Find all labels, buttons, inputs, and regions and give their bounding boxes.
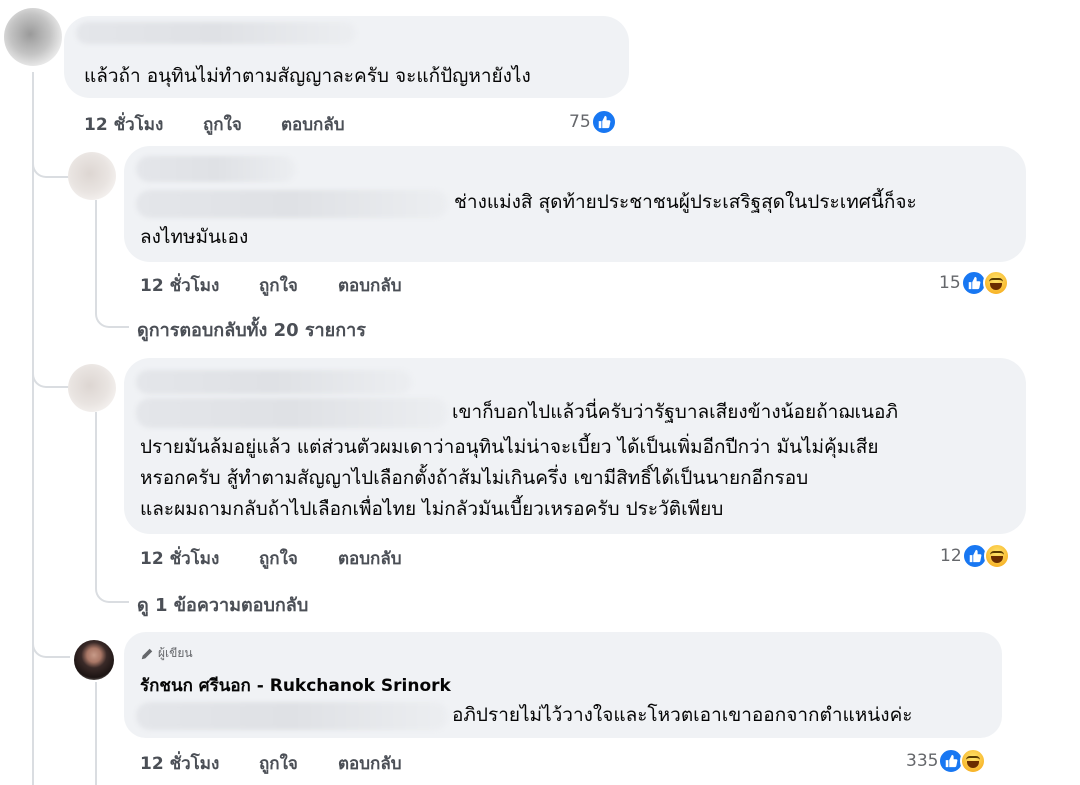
redacted-author-name	[136, 156, 296, 182]
like-button[interactable]: ถูกใจ	[259, 272, 298, 299]
thread-connector	[95, 575, 129, 603]
comment-time[interactable]: 12 ชั่วโมง	[140, 545, 219, 572]
reply-button[interactable]: ตอบกลับ	[338, 545, 402, 572]
comment-text: อภิปรายไม่ไว้วางใจและโหวตเอาเขาออกจากตำแ…	[452, 704, 913, 726]
comment-bubble: แล้วถ้า อนุทินไม่ทำตามสัญญาละครับ จะแก้ป…	[64, 16, 629, 98]
thread-line-reply	[95, 682, 97, 785]
comment-text: ปรายมันล้มอยู่แล้ว แต่ส่วนตัวผมเดาว่าอนุ…	[140, 436, 879, 458]
thread-line-main	[32, 72, 34, 785]
thread-connector	[32, 150, 70, 178]
redacted-author-name	[136, 370, 412, 394]
avatar[interactable]	[68, 364, 116, 412]
redacted-author-name	[76, 22, 356, 44]
view-replies-link[interactable]: ดูการตอบกลับทั้ง 20 รายการ	[137, 315, 366, 344]
avatar[interactable]	[4, 8, 62, 66]
comment-text: ลงไทษมันเอง	[140, 226, 249, 248]
haha-reaction-icon	[960, 748, 987, 774]
comment-time[interactable]: 12 ชั่วโมง	[140, 272, 219, 299]
reaction-summary[interactable]: 15	[939, 270, 1009, 296]
reaction-count: 335	[906, 751, 939, 771]
thread-connector	[32, 360, 70, 388]
view-replies-link[interactable]: ดู 1 ข้อความตอบกลับ	[137, 590, 308, 619]
like-reaction-icon	[590, 109, 617, 135]
reaction-summary[interactable]: 335	[906, 748, 987, 774]
like-button[interactable]: ถูกใจ	[203, 111, 242, 138]
comment-text: ช่างแม่งสิ สุดท้ายประชาชนผู้ประเสริฐสุดใ…	[454, 191, 917, 213]
thread-line-reply	[95, 200, 97, 308]
comment-time[interactable]: 12 ชั่วโมง	[84, 111, 163, 138]
redacted-text	[136, 702, 448, 730]
comment-text: และผมถามกลับถ้าไปเลือกเพื่อไทย ไม่กลัวมั…	[140, 498, 724, 520]
redacted-text	[136, 398, 448, 428]
author-badge: ผู้เขียน	[140, 644, 193, 663]
avatar[interactable]	[68, 152, 116, 200]
reaction-count: 12	[940, 546, 962, 566]
pencil-icon	[141, 648, 153, 659]
comment-bubble: เขาก็บอกไปแล้วนี่ครับว่ารัฐบาลเสียงข้างน…	[124, 358, 1026, 534]
reaction-summary[interactable]: 75	[569, 109, 617, 135]
author-name[interactable]: รักชนก ศรีนอก - Rukchanok Srinork	[140, 672, 451, 699]
comment-time[interactable]: 12 ชั่วโมง	[140, 750, 219, 777]
redacted-text	[136, 190, 448, 218]
comment-text: หรอกครับ สู้ทำตามสัญญาไปเลือกตั้งถ้าส้มไ…	[140, 467, 809, 489]
reaction-count: 75	[569, 112, 591, 132]
haha-reaction-icon	[982, 270, 1009, 296]
reply-button[interactable]: ตอบกลับ	[338, 750, 402, 777]
reply-button[interactable]: ตอบกลับ	[281, 111, 345, 138]
thread-connector	[32, 630, 70, 658]
comment-text: เขาก็บอกไปแล้วนี่ครับว่ารัฐบาลเสียงข้างน…	[452, 401, 898, 423]
like-button[interactable]: ถูกใจ	[259, 545, 298, 572]
comment-bubble: ช่างแม่งสิ สุดท้ายประชาชนผู้ประเสริฐสุดใ…	[124, 146, 1026, 262]
comment-bubble: ผู้เขียน รักชนก ศรีนอก - Rukchanok Srino…	[124, 632, 1002, 738]
like-button[interactable]: ถูกใจ	[259, 750, 298, 777]
thread-connector	[95, 300, 129, 328]
reply-button[interactable]: ตอบกลับ	[338, 272, 402, 299]
reaction-summary[interactable]: 12	[940, 543, 1010, 569]
comment-text: แล้วถ้า อนุทินไม่ทำตามสัญญาละครับ จะแก้ป…	[84, 65, 531, 87]
reaction-count: 15	[939, 273, 961, 293]
thread-line-reply	[95, 412, 97, 580]
haha-reaction-icon	[983, 543, 1010, 569]
author-avatar[interactable]	[74, 640, 114, 680]
